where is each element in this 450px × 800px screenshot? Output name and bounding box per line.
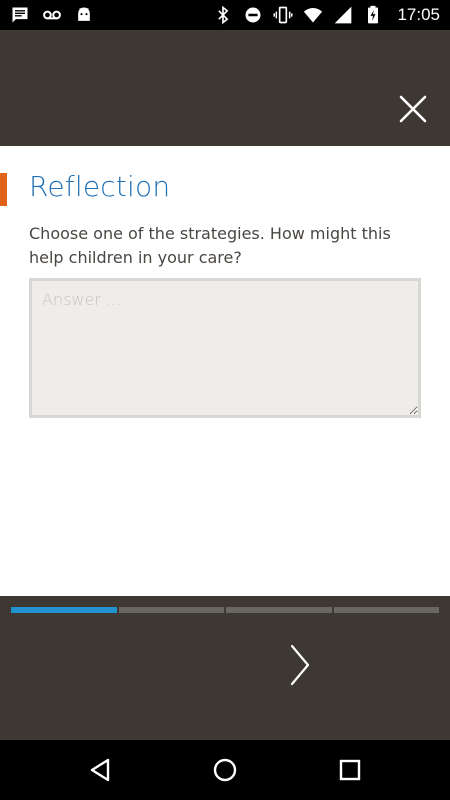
progress-segment bbox=[11, 607, 117, 613]
battery-charging-icon bbox=[368, 5, 379, 24]
progress-segment bbox=[333, 607, 439, 613]
status-bar: 17:05 bbox=[0, 0, 450, 30]
home-icon[interactable] bbox=[211, 756, 239, 784]
recents-icon[interactable] bbox=[336, 756, 364, 784]
vibrate-icon bbox=[273, 6, 293, 24]
progress-segment bbox=[226, 607, 332, 613]
back-icon[interactable] bbox=[86, 756, 114, 784]
clock: 17:05 bbox=[397, 5, 440, 24]
bluetooth-icon bbox=[218, 5, 229, 25]
voicemail-icon bbox=[43, 10, 61, 20]
reflection-question: Choose one of the strategies. How might … bbox=[29, 224, 391, 267]
navigation-bar bbox=[0, 740, 450, 800]
do-not-disturb-icon bbox=[245, 7, 261, 23]
notification-icons bbox=[10, 4, 94, 26]
progress-segment bbox=[118, 607, 224, 613]
android-icon bbox=[78, 7, 90, 21]
header-bar bbox=[0, 30, 450, 146]
message-icon bbox=[12, 7, 28, 23]
system-icons: 17:05 bbox=[213, 4, 440, 26]
section-title: Reflection bbox=[29, 170, 171, 203]
footer-panel bbox=[0, 596, 450, 740]
wifi-icon bbox=[304, 8, 323, 23]
signal-icon bbox=[335, 6, 352, 24]
section-accent-marker bbox=[0, 173, 7, 206]
answer-input[interactable] bbox=[29, 278, 421, 418]
chevron-right-icon[interactable] bbox=[286, 642, 314, 688]
close-icon[interactable] bbox=[398, 94, 428, 124]
step-progress-bar bbox=[11, 607, 439, 613]
reflection-section: Reflection Choose one of the strategies.… bbox=[0, 146, 450, 596]
